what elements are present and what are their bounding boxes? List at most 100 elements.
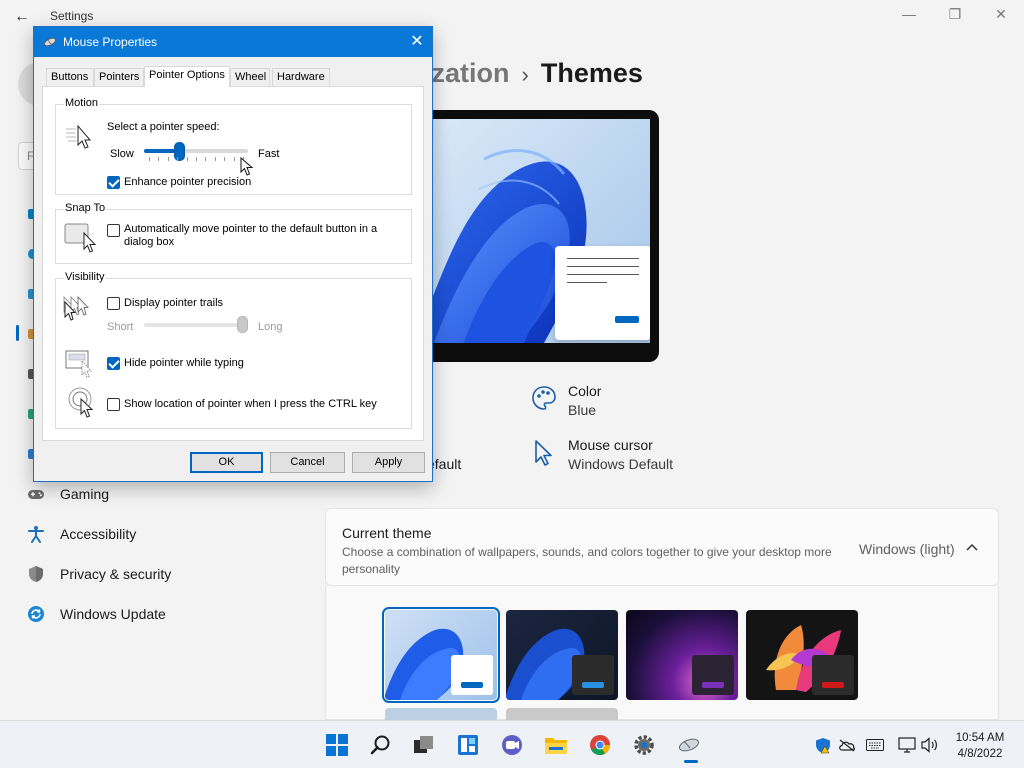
task-view-icon[interactable] xyxy=(410,731,438,759)
file-explorer-icon[interactable] xyxy=(542,731,570,759)
app-title: Settings xyxy=(50,9,94,23)
checkbox-box[interactable] xyxy=(107,176,120,189)
sync-icon xyxy=(24,602,48,626)
property-color[interactable]: Color Blue xyxy=(530,382,601,420)
cancel-button[interactable]: Cancel xyxy=(270,452,345,473)
slider-tick xyxy=(149,157,150,161)
show-pointer-ctrl-checkbox[interactable]: Show location of pointer when I press th… xyxy=(107,397,377,411)
theme-thumbnail-captured-motion[interactable] xyxy=(746,610,858,700)
preview-accent-button xyxy=(615,316,639,323)
close-icon[interactable]: ✕ xyxy=(404,31,430,53)
taskbar-clock[interactable]: 10:54 AM 4/8/2022 xyxy=(944,730,1016,762)
slider-fill xyxy=(144,149,178,153)
motion-group: Motion Select a pointer speed: Slow Fast… xyxy=(55,97,412,195)
pointer-trails-checkbox[interactable]: Display pointer trails xyxy=(107,296,223,310)
theme-preview xyxy=(415,110,659,362)
theme-thumbnail-glow[interactable] xyxy=(626,610,738,700)
sidebar-item-accessibility[interactable]: Accessibility xyxy=(24,516,304,552)
short-label: Short xyxy=(107,321,134,333)
property-value: Blue xyxy=(568,402,597,418)
pointer-trail-length-slider[interactable] xyxy=(144,316,248,338)
snap-to-checkbox[interactable]: Automatically move pointer to the defaul… xyxy=(107,223,387,249)
property-title: Mouse cursor xyxy=(568,437,653,453)
preview-wallpaper xyxy=(424,119,650,343)
group-label: Motion xyxy=(64,97,100,109)
slow-label: Slow xyxy=(110,148,134,160)
chevron-up-icon[interactable] xyxy=(966,538,978,554)
security-shield-icon[interactable] xyxy=(814,736,832,754)
breadcrumb-parent[interactable]: ization xyxy=(424,58,510,88)
theme-thumbnail-row2-a[interactable] xyxy=(385,708,497,720)
search-icon[interactable] xyxy=(367,731,395,759)
ok-button[interactable]: OK xyxy=(190,452,263,473)
sidebar-item-label: Privacy & security xyxy=(60,566,172,582)
group-label: Snap To xyxy=(64,202,107,214)
hide-pointer-typing-icon xyxy=(65,350,95,381)
cursor-icon xyxy=(530,438,558,466)
pointer-speed-icon xyxy=(66,123,96,154)
slider-tick xyxy=(196,157,197,161)
card-description: Choose a combination of wallpapers, soun… xyxy=(342,545,832,576)
clock-date: 4/8/2022 xyxy=(957,748,1003,760)
property-mouse-cursor[interactable]: Mouse cursor Windows Default xyxy=(530,436,673,474)
pointer-speed-slider[interactable] xyxy=(144,142,248,168)
property-value: Windows Default xyxy=(568,456,674,472)
dialog-titlebar[interactable]: Mouse Properties ✕ xyxy=(34,27,432,57)
taskbar: 10:54 AM 4/8/2022 xyxy=(0,720,1024,768)
breadcrumb-separator: › xyxy=(521,62,529,87)
theme-thumbnail-windows-dark[interactable] xyxy=(506,610,618,700)
gamepad-icon xyxy=(24,482,48,506)
theme-thumbnail-windows-light[interactable] xyxy=(382,607,500,703)
breadcrumb: ization › Themes xyxy=(424,58,643,89)
snap-to-icon xyxy=(64,223,98,256)
snap-to-group: Snap To Automatically move pointer to th… xyxy=(55,202,412,264)
checkbox-box[interactable] xyxy=(107,357,120,370)
mouse-properties-icon[interactable] xyxy=(675,731,703,759)
tab-buttons[interactable]: Buttons xyxy=(46,68,94,86)
sidebar-item-privacy[interactable]: Privacy & security xyxy=(24,556,304,592)
tab-pointer-options[interactable]: Pointer Options xyxy=(144,66,230,87)
chrome-icon[interactable] xyxy=(586,731,614,759)
sidebar-item-windows-update[interactable]: Windows Update xyxy=(24,596,304,632)
tab-wheel[interactable]: Wheel xyxy=(230,68,270,86)
dialog-title: Mouse Properties xyxy=(63,35,158,49)
tab-hardware[interactable]: Hardware xyxy=(272,68,330,86)
slider-tick xyxy=(205,157,206,161)
back-arrow-icon[interactable]: ← xyxy=(14,8,30,26)
keyboard-icon[interactable] xyxy=(866,736,884,754)
tab-pointers[interactable]: Pointers xyxy=(94,68,144,86)
theme-thumbnail-row2-b[interactable] xyxy=(506,708,618,720)
enhance-precision-checkbox[interactable]: Enhance pointer precision xyxy=(107,175,251,189)
slider-thumb[interactable] xyxy=(237,316,248,333)
fast-label: Fast xyxy=(258,148,280,160)
settings-gear-icon[interactable] xyxy=(630,731,658,759)
long-label: Long xyxy=(258,321,283,333)
widgets-icon[interactable] xyxy=(454,731,482,759)
volume-icon[interactable] xyxy=(921,736,939,754)
checkbox-box[interactable] xyxy=(107,224,120,237)
checkbox-box[interactable] xyxy=(107,297,120,310)
slider-tick xyxy=(215,157,216,161)
network-icon[interactable] xyxy=(898,736,916,754)
current-theme-card[interactable]: Current theme Choose a combination of wa… xyxy=(325,508,999,586)
minimize-button[interactable]: — xyxy=(886,6,932,28)
sidebar-item-label: Gaming xyxy=(60,486,110,502)
onedrive-icon[interactable] xyxy=(838,736,856,754)
shield-icon xyxy=(24,562,48,586)
card-title: Current theme xyxy=(342,525,432,541)
windows-start-icon[interactable] xyxy=(323,731,351,759)
close-button[interactable]: ✕ xyxy=(978,6,1024,28)
checkbox-label: Show location of pointer when I press th… xyxy=(124,398,377,410)
property-title: Color xyxy=(568,383,602,399)
checkbox-box[interactable] xyxy=(107,398,120,411)
pointer-options-panel: Motion Select a pointer speed: Slow Fast… xyxy=(42,86,424,441)
sidebar-item-label: Windows Update xyxy=(60,606,166,622)
hide-pointer-typing-checkbox[interactable]: Hide pointer while typing xyxy=(107,356,244,370)
slider-thumb[interactable] xyxy=(174,142,185,161)
current-theme-value: Windows (light) xyxy=(859,541,955,557)
theme-gallery xyxy=(325,586,999,720)
restore-button[interactable]: ❐ xyxy=(932,6,978,28)
apply-button[interactable]: Apply xyxy=(352,452,425,473)
pointer-speed-label: Select a pointer speed: xyxy=(107,121,220,133)
teams-chat-icon[interactable] xyxy=(498,731,526,759)
